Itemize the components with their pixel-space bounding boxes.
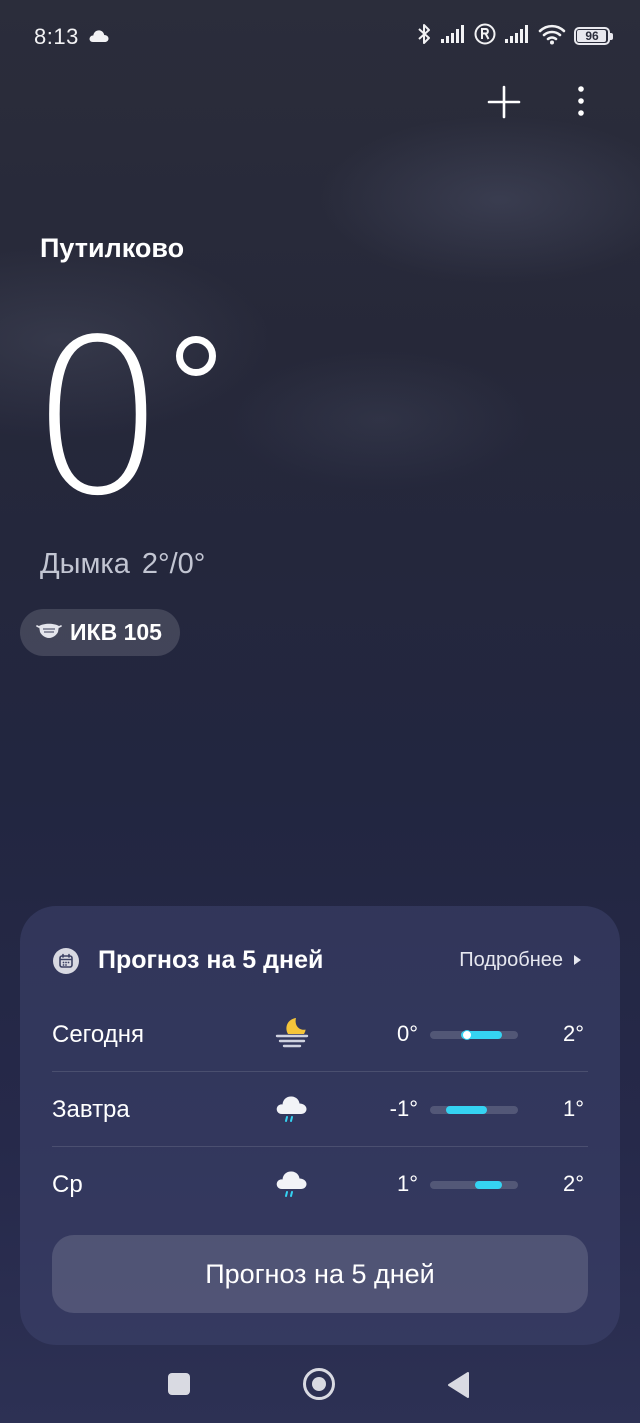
add-city-button[interactable] — [486, 84, 522, 120]
degree-symbol — [176, 336, 216, 376]
high-low-temperature: 2°/0° — [141, 548, 206, 580]
back-button[interactable] — [446, 1371, 472, 1404]
status-time: 8:13 — [34, 24, 79, 49]
more-options-button[interactable] — [566, 84, 596, 120]
battery-level: 96 — [585, 29, 599, 43]
rain-cloud-icon — [274, 1164, 310, 1200]
more-details-label: Подробнее — [459, 949, 563, 971]
condition-text: Дымка — [40, 548, 130, 580]
current-temperature: 0 — [30, 294, 166, 543]
forecast-day: Завтра — [52, 1096, 130, 1123]
forecast-row-today[interactable]: Сегодня 0° 2° — [52, 997, 588, 1072]
mask-icon — [36, 620, 62, 645]
aqi-badge[interactable]: ИКВ 105 — [20, 609, 180, 656]
forecast-list: Сегодня 0° 2° Завтра -1° 1° Ср 1° 2° — [52, 997, 588, 1221]
wifi-icon — [538, 23, 566, 50]
moon-haze-icon — [274, 1014, 310, 1050]
battery-icon: 96 — [574, 27, 613, 45]
signal-icon — [504, 24, 530, 49]
forecast-high: 2° — [562, 1021, 584, 1046]
forecast-card: Прогноз на 5 дней Подробнее Сегодня 0° 2… — [20, 906, 620, 1345]
forecast-low: 0° — [396, 1021, 418, 1046]
forecast-day: Сегодня — [52, 1021, 144, 1048]
forecast-title: Прогноз на 5 дней — [98, 946, 324, 974]
temperature-range-fill — [446, 1106, 488, 1114]
more-vertical-icon — [578, 86, 584, 116]
more-details-link[interactable]: Подробнее — [459, 949, 582, 972]
temperature-range-bar — [430, 1181, 518, 1189]
forecast-high: 1° — [562, 1096, 584, 1121]
rain-cloud-icon — [274, 1089, 310, 1125]
forecast-row-wednesday[interactable]: Ср 1° 2° — [52, 1147, 588, 1221]
five-day-forecast-button[interactable]: Прогноз на 5 дней — [52, 1235, 588, 1313]
forecast-low: 1° — [396, 1171, 418, 1196]
temperature-range-bar — [430, 1106, 518, 1114]
aqi-label: ИКВ 105 — [70, 619, 162, 645]
recent-apps-button[interactable] — [168, 1373, 190, 1395]
back-icon — [448, 1372, 469, 1398]
current-condition: Дымка 2°/0° — [40, 548, 205, 581]
home-button[interactable] — [303, 1368, 335, 1400]
forecast-high: 2° — [562, 1171, 584, 1196]
add-icon — [487, 85, 521, 119]
cloud-icon — [88, 27, 110, 48]
temperature-range-bar — [430, 1030, 518, 1040]
bluetooth-icon — [416, 22, 432, 51]
chevron-right-icon — [573, 949, 582, 972]
temperature-range-fill — [475, 1181, 502, 1189]
roaming-icon — [474, 23, 496, 50]
forecast-row-tomorrow[interactable]: Завтра -1° 1° — [52, 1072, 588, 1147]
city-name[interactable]: Путилково — [40, 233, 184, 264]
navigation-bar — [0, 1356, 640, 1423]
current-temperature-marker — [461, 1030, 472, 1040]
forecast-low: -1° — [389, 1096, 418, 1121]
forecast-day: Ср — [52, 1171, 83, 1198]
signal-icon — [440, 24, 466, 49]
calendar-icon — [53, 948, 79, 979]
status-bar: 8:13 96 — [0, 0, 640, 72]
